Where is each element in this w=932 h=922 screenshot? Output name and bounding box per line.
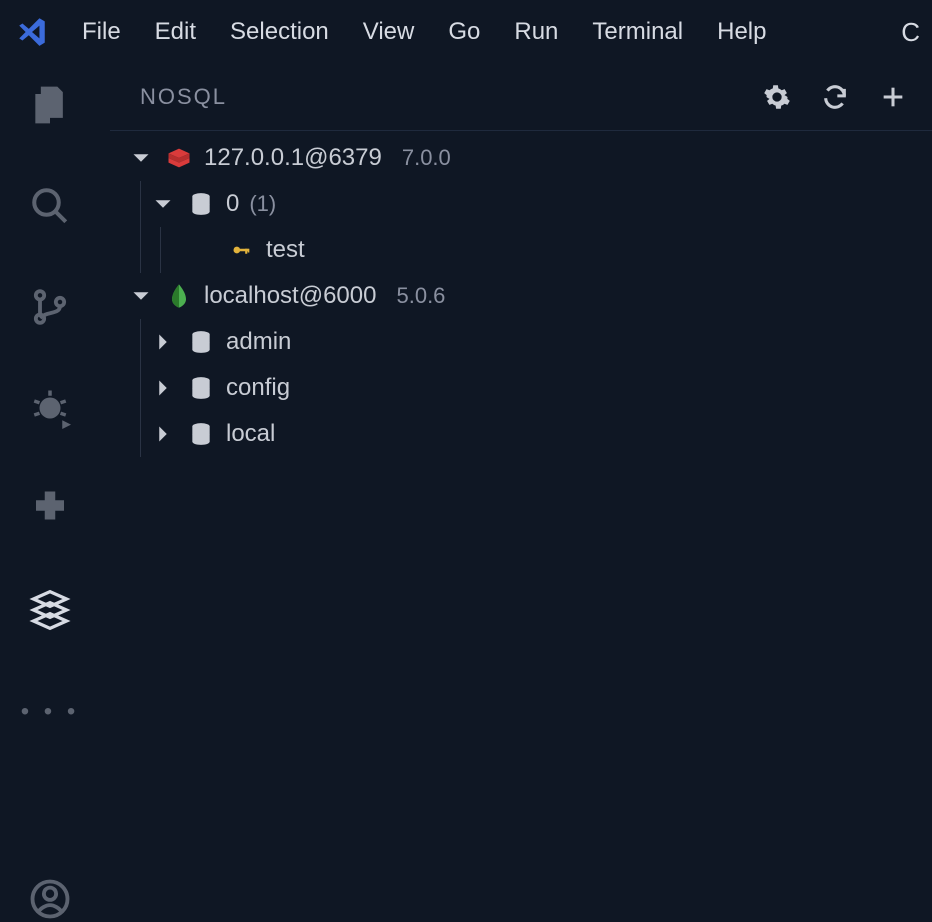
key-icon <box>226 235 256 265</box>
connection-label: localhost@6000 <box>204 282 376 310</box>
extensions-icon[interactable] <box>27 486 73 532</box>
menu-view[interactable]: View <box>363 18 415 46</box>
mongo-children: admin config <box>110 319 932 457</box>
connection-label: 127.0.0.1@6379 <box>204 144 382 172</box>
panel-actions <box>762 82 908 112</box>
redis-key-test[interactable]: test <box>110 227 932 273</box>
activitybar: • • • <box>0 64 100 900</box>
connection-redis[interactable]: 127.0.0.1@6379 7.0.0 <box>110 135 932 181</box>
more-icon[interactable]: • • • <box>21 698 80 726</box>
menubar: File Edit Selection View Go Run Terminal… <box>0 0 932 64</box>
add-icon[interactable] <box>878 82 908 112</box>
mongo-icon <box>164 281 194 311</box>
main: • • • NOSQL <box>0 64 932 900</box>
connection-mongo[interactable]: localhost@6000 5.0.6 <box>110 273 932 319</box>
connection-version: 5.0.6 <box>396 283 445 309</box>
database-icon <box>186 419 216 449</box>
account-icon[interactable] <box>27 876 73 922</box>
menubar-overflow: C <box>901 17 920 48</box>
files-icon[interactable] <box>27 82 73 128</box>
menu-go[interactable]: Go <box>448 18 480 46</box>
mongo-db-config[interactable]: config <box>110 365 932 411</box>
chevron-right-icon <box>150 421 176 447</box>
mongo-db-admin[interactable]: admin <box>110 319 932 365</box>
menu-run[interactable]: Run <box>514 18 558 46</box>
panel-title: NOSQL <box>140 84 227 110</box>
database-icon <box>186 327 216 357</box>
chevron-right-icon <box>150 375 176 401</box>
refresh-icon[interactable] <box>820 82 850 112</box>
database-icon <box>186 373 216 403</box>
chevron-down-icon <box>150 191 176 217</box>
menu-help[interactable]: Help <box>717 18 766 46</box>
redis-db-0-keys: test <box>110 227 932 273</box>
sidepanel: NOSQL <box>100 64 932 900</box>
menu-list: File Edit Selection View Go Run Terminal… <box>82 18 766 46</box>
debug-icon[interactable] <box>27 385 73 431</box>
source-control-icon[interactable] <box>27 284 73 330</box>
key-name: test <box>266 236 305 264</box>
panel-header: NOSQL <box>100 64 932 130</box>
redis-children: 0 (1) test <box>110 181 932 273</box>
chevron-down-icon <box>128 145 154 171</box>
tree-spacer <box>190 237 216 263</box>
menu-edit[interactable]: Edit <box>155 18 196 46</box>
tree: 127.0.0.1@6379 7.0.0 0 (1) <box>110 130 932 900</box>
db-name: config <box>226 374 290 402</box>
vscode-logo-icon <box>12 12 52 52</box>
redis-icon <box>164 143 194 173</box>
menu-selection[interactable]: Selection <box>230 18 329 46</box>
connection-version: 7.0.0 <box>402 145 451 171</box>
chevron-right-icon <box>150 329 176 355</box>
mongo-db-local[interactable]: local <box>110 411 932 457</box>
redis-db-0[interactable]: 0 (1) <box>110 181 932 227</box>
database-icon <box>186 189 216 219</box>
chevron-down-icon <box>128 283 154 309</box>
db-name: local <box>226 420 275 448</box>
nosql-activity-icon[interactable] <box>27 587 73 633</box>
db-count: (1) <box>249 191 276 217</box>
settings-icon[interactable] <box>762 82 792 112</box>
menu-terminal[interactable]: Terminal <box>592 18 683 46</box>
db-name: 0 <box>226 190 239 218</box>
menu-file[interactable]: File <box>82 18 121 46</box>
db-name: admin <box>226 328 291 356</box>
search-icon[interactable] <box>27 183 73 229</box>
